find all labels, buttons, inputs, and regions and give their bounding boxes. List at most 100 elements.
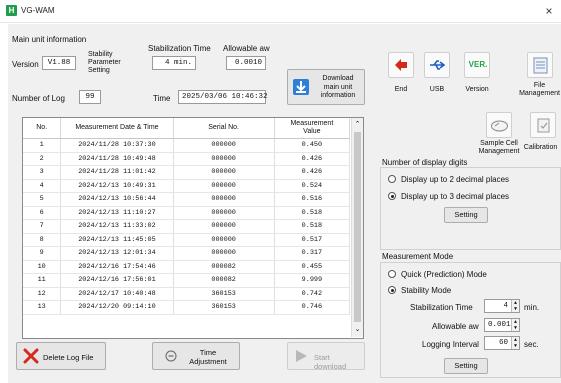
cell-date-time: 2024/12/13 10:49:31: [60, 179, 174, 193]
clock-icon: [165, 350, 177, 362]
cell-serial-no: 000000: [173, 152, 275, 166]
cell-serial-no: 000000: [173, 233, 275, 247]
display-3-decimal-label[interactable]: Display up to 3 decimal places: [401, 192, 509, 201]
start-download-button[interactable]: Start download: [287, 342, 365, 371]
calibration-icon: [537, 118, 550, 133]
table-row[interactable]: 9 2024/12/13 12:01:34 000000 0.317: [23, 246, 351, 261]
number-of-log-label: Number of Log: [12, 94, 65, 103]
version-label: Version: [12, 60, 39, 69]
cell-serial-no: 360153: [173, 300, 275, 315]
cell-date-time: 2024/12/13 12:01:34: [60, 246, 174, 261]
cell-value: 0.517: [274, 233, 351, 247]
table-row[interactable]: 11 2024/12/16 17:56:01 000082 9.999: [23, 273, 351, 288]
delete-button-label: Delete Log File: [43, 353, 94, 362]
usb-button[interactable]: [424, 52, 450, 78]
logging-interval-input[interactable]: 60 ▲ ▼: [484, 336, 520, 350]
usb-label: USB: [429, 86, 445, 93]
scroll-up-icon[interactable]: ⌃: [352, 120, 363, 128]
close-button[interactable]: ×: [540, 2, 558, 20]
col-header-serial-no[interactable]: Serial No.: [173, 118, 275, 139]
mode-stab-time-label: Stabilization Time: [410, 303, 473, 312]
allowable-spinner[interactable]: ▲ ▼: [511, 319, 519, 331]
mode-allowable-input[interactable]: 0.0010 ▲ ▼: [484, 318, 520, 332]
table-header-row: No. Measurement Date & Time Serial No. M…: [23, 118, 351, 139]
table-scrollbar[interactable]: ⌃ ⌄: [351, 118, 363, 337]
version-field: V1.88: [42, 56, 76, 70]
version-button[interactable]: VER.: [464, 52, 490, 78]
mode-stab-time-unit: min.: [524, 303, 540, 312]
cell-value: 0.524: [274, 179, 351, 193]
cell-no: 1: [23, 138, 62, 153]
sample-cell-label: Sample Cell Management: [478, 140, 520, 155]
cell-serial-no: 360153: [173, 287, 275, 301]
calibration-label: Calibration: [523, 144, 558, 151]
cell-value: 0.518: [274, 219, 351, 234]
table-row[interactable]: 1 2024/11/28 10:37:30 000000 0.450: [23, 138, 351, 153]
cell-value: 0.516: [274, 192, 351, 207]
cell-date-time: 2024/12/20 09:14:10: [60, 300, 174, 315]
stability-parameter-label: Stability Parameter Setting: [88, 51, 121, 74]
title-bar: H VG-WAM ×: [0, 0, 561, 23]
quick-mode-label[interactable]: Quick (Prediction) Mode: [401, 270, 487, 279]
table-row[interactable]: 13 2024/12/20 09:14:10 360153 0.746: [23, 300, 351, 315]
stability-mode-radio[interactable]: [388, 286, 396, 294]
table-row[interactable]: 10 2024/12/16 17:54:46 000082 0.455: [23, 260, 351, 274]
cell-date-time: 2024/12/17 10:40:48: [60, 287, 174, 301]
app-icon: H: [6, 5, 17, 16]
sample-cell-management-button[interactable]: [486, 112, 512, 138]
end-label: End: [394, 86, 408, 93]
file-management-icon: [533, 57, 548, 74]
cell-date-time: 2024/12/16 17:54:46: [60, 260, 174, 274]
download-main-unit-info-button[interactable]: Download main unit information: [287, 69, 365, 105]
display-3-decimal-radio[interactable]: [388, 192, 396, 200]
version-label-toolbar: Version: [465, 86, 489, 93]
cell-serial-no: 000000: [173, 206, 275, 220]
measurement-mode-setting-button[interactable]: Setting: [444, 358, 488, 374]
cell-value: 0.426: [274, 165, 351, 180]
log-table-body: 1 2024/11/28 10:37:30 000000 0.450 2 2024/11…: [23, 138, 351, 315]
cell-no: 2: [23, 152, 62, 166]
table-row[interactable]: 6 2024/12/13 11:10:27 000000 0.518: [23, 206, 351, 220]
sample-cell-icon: [491, 120, 508, 132]
table-row[interactable]: 7 2024/12/13 11:33:02 000000 0.518: [23, 219, 351, 234]
time-adjustment-button[interactable]: Time Adjustment: [152, 342, 240, 370]
stability-mode-label[interactable]: Stability Mode: [401, 286, 451, 295]
cell-serial-no: 000000: [173, 179, 275, 193]
table-row[interactable]: 5 2024/12/13 10:56:44 000000 0.516: [23, 192, 351, 207]
table-row[interactable]: 12 2024/12/17 10:40:48 360153 0.742: [23, 287, 351, 301]
table-row[interactable]: 2 2024/11/28 10:49:48 000000 0.426: [23, 152, 351, 166]
scrollbar-thumb[interactable]: [354, 132, 361, 322]
col-header-date-time[interactable]: Measurement Date & Time: [60, 118, 174, 139]
download-icon: [293, 79, 309, 95]
mode-stab-time-input[interactable]: 4 ▲ ▼: [484, 299, 520, 313]
quick-mode-radio[interactable]: [388, 270, 396, 278]
logging-interval-unit: sec.: [524, 340, 539, 349]
cell-date-time: 2024/11/28 10:37:30: [60, 138, 174, 153]
file-management-button[interactable]: [527, 52, 553, 78]
end-button[interactable]: [388, 52, 414, 78]
col-header-no[interactable]: No.: [23, 118, 62, 139]
time-label: Time: [153, 94, 171, 103]
scroll-down-icon[interactable]: ⌄: [352, 325, 363, 333]
mode-allowable-label: Allowable aw: [432, 322, 479, 331]
table-row[interactable]: 3 2024/11/28 11:01:42 000000 0.426: [23, 165, 351, 180]
col-header-measurement-value[interactable]: Measurement Value: [274, 118, 351, 139]
display-digits-setting-button[interactable]: Setting: [444, 207, 488, 223]
cell-value: 9.999: [274, 273, 351, 288]
cell-serial-no: 000082: [173, 260, 275, 274]
calibration-button[interactable]: [530, 112, 556, 138]
cell-date-time: 2024/11/28 11:01:42: [60, 165, 174, 180]
stab-time-spinner[interactable]: ▲ ▼: [511, 300, 519, 312]
cell-no: 12: [23, 287, 62, 301]
table-row[interactable]: 8 2024/12/13 11:45:05 000000 0.517: [23, 233, 351, 247]
display-2-decimal-label[interactable]: Display up to 2 decimal places: [401, 175, 509, 184]
delete-log-file-button[interactable]: Delete Log File: [16, 342, 106, 370]
main-info-title: Main unit information: [12, 35, 87, 44]
logging-interval-spinner[interactable]: ▲ ▼: [511, 337, 519, 349]
usb-icon: [430, 60, 445, 70]
table-row[interactable]: 4 2024/12/13 10:49:31 000000 0.524: [23, 179, 351, 193]
display-2-decimal-radio[interactable]: [388, 175, 396, 183]
log-table-container: No. Measurement Date & Time Serial No. M…: [22, 117, 364, 339]
stab-time-unit: min.: [173, 59, 192, 67]
cell-serial-no: 000082: [173, 273, 275, 288]
